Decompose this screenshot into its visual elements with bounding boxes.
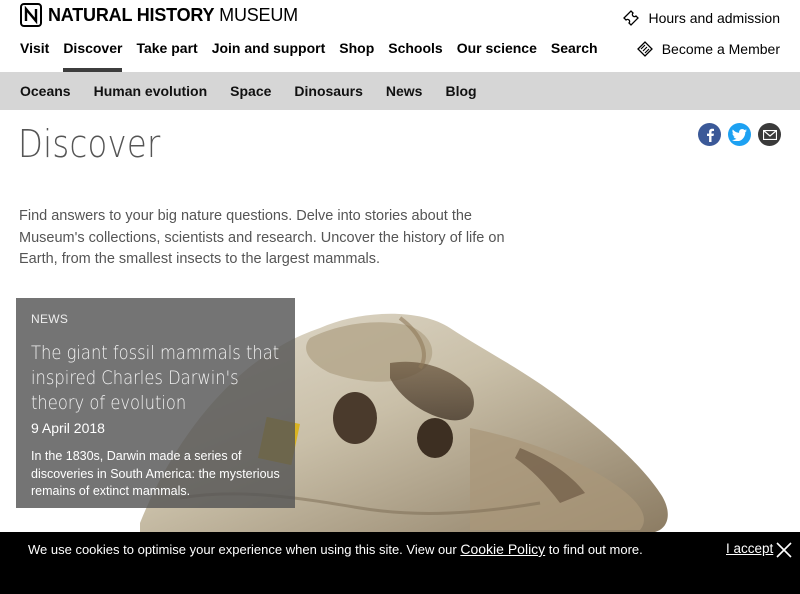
hours-admission-link[interactable]: Hours and admission bbox=[622, 9, 780, 27]
cookie-message: We use cookies to optimise your experien… bbox=[28, 541, 643, 557]
feature-headline[interactable]: The giant fossil mammals that inspired C… bbox=[31, 341, 280, 416]
nav-our-science[interactable]: Our science bbox=[457, 38, 537, 72]
nhm-logo-icon bbox=[20, 3, 42, 27]
site-header: NATURAL HISTORY MUSEUM Visit Discover Ta… bbox=[0, 0, 800, 72]
ticket-icon bbox=[623, 10, 640, 26]
cookie-message-text: We use cookies to optimise your experien… bbox=[28, 542, 461, 557]
subnav-blog[interactable]: Blog bbox=[445, 83, 476, 99]
email-icon bbox=[762, 129, 777, 140]
twitter-icon bbox=[732, 128, 747, 141]
site-logo[interactable]: NATURAL HISTORY MUSEUM bbox=[20, 3, 298, 27]
feature-card[interactable]: NEWS The giant fossil mammals that inspi… bbox=[16, 298, 295, 508]
nav-schools[interactable]: Schools bbox=[388, 38, 442, 72]
intro-paragraph: Find answers to your big nature question… bbox=[19, 208, 505, 267]
nav-take-part[interactable]: Take part bbox=[136, 38, 197, 72]
membership-card-icon bbox=[636, 41, 653, 57]
feature-date: 9 April 2018 bbox=[31, 420, 105, 436]
email-share-button[interactable] bbox=[758, 123, 781, 146]
logo-wordmark: NATURAL HISTORY MUSEUM bbox=[48, 4, 298, 25]
nav-visit[interactable]: Visit bbox=[20, 38, 49, 72]
feature-tag: NEWS bbox=[31, 312, 69, 326]
subnav-human-evolution[interactable]: Human evolution bbox=[94, 83, 208, 99]
share-buttons bbox=[698, 123, 781, 146]
cookie-message-suffix: to find out more. bbox=[545, 542, 643, 557]
discover-subnav: Oceans Human evolution Space Dinosaurs N… bbox=[0, 72, 800, 110]
main-nav: Visit Discover Take part Join and suppor… bbox=[20, 38, 612, 72]
nav-shop[interactable]: Shop bbox=[339, 38, 374, 72]
subnav-dinosaurs[interactable]: Dinosaurs bbox=[294, 83, 362, 99]
nav-join-and-support[interactable]: Join and support bbox=[212, 38, 326, 72]
subnav-oceans[interactable]: Oceans bbox=[20, 83, 71, 99]
nav-discover[interactable]: Discover bbox=[63, 38, 123, 72]
page-title: Discover bbox=[18, 122, 161, 166]
become-member-label: Become a Member bbox=[661, 41, 780, 57]
cookie-accept-button[interactable]: I accept bbox=[726, 541, 773, 556]
subnav-news[interactable]: News bbox=[386, 83, 423, 99]
nav-search[interactable]: Search bbox=[551, 38, 598, 72]
close-icon[interactable] bbox=[776, 542, 792, 558]
become-member-link[interactable]: Become a Member bbox=[636, 40, 780, 58]
facebook-icon bbox=[706, 128, 714, 142]
cookie-policy-link[interactable]: Cookie Policy bbox=[460, 541, 545, 557]
cookie-banner: We use cookies to optimise your experien… bbox=[0, 532, 800, 594]
subnav-space[interactable]: Space bbox=[230, 83, 271, 99]
twitter-share-button[interactable] bbox=[728, 123, 751, 146]
hours-admission-label: Hours and admission bbox=[648, 10, 780, 26]
feature-summary: In the 1830s, Darwin made a series of di… bbox=[31, 449, 280, 498]
facebook-share-button[interactable] bbox=[698, 123, 721, 146]
